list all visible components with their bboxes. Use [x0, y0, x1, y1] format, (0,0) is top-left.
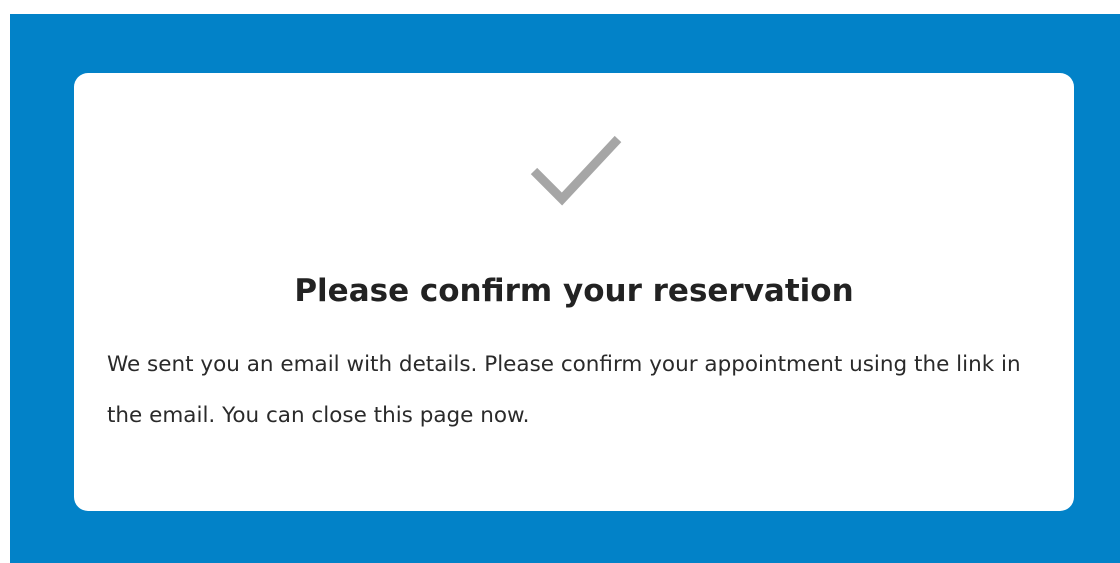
page-background: Please confirm your reservation We sent …	[10, 14, 1120, 563]
confirmation-title: Please confirm your reservation	[294, 273, 854, 309]
confirmation-card: Please confirm your reservation We sent …	[74, 73, 1074, 511]
checkmark-icon	[530, 135, 622, 206]
confirmation-message: We sent you an email with details. Pleas…	[107, 352, 1021, 428]
